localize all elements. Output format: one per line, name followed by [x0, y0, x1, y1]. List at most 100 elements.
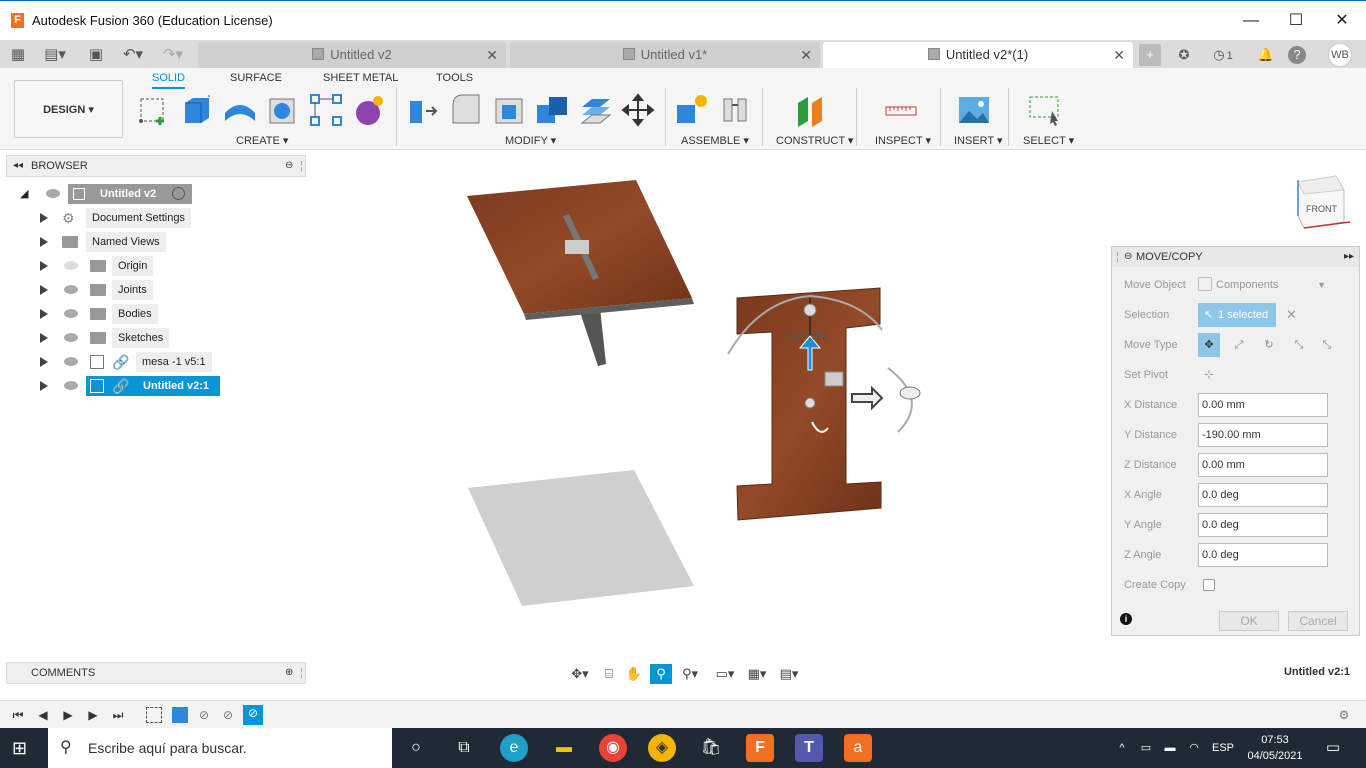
browser-item-named-views[interactable]: Named Views: [40, 232, 210, 252]
point-to-point-icon[interactable]: ⤡: [1288, 333, 1310, 357]
clock[interactable]: 07:53 04/05/2021: [1240, 728, 1310, 768]
close-tab-icon[interactable]: ✕: [1113, 42, 1125, 68]
viewcube[interactable]: FRONT: [1297, 175, 1351, 229]
visibility-eye-icon[interactable]: [64, 261, 78, 270]
create-sketch-icon[interactable]: [138, 93, 172, 127]
activate-radio-icon[interactable]: [172, 187, 185, 200]
viewports-icon[interactable]: ▤▾: [775, 664, 803, 684]
file-menu-icon[interactable]: ▤▾: [40, 44, 70, 66]
minimize-button[interactable]: —: [1228, 7, 1274, 35]
edge-icon[interactable]: e: [500, 734, 528, 762]
y-angle-input[interactable]: 0.0 deg: [1198, 513, 1328, 537]
pan-icon[interactable]: ✋: [623, 664, 645, 684]
info-icon[interactable]: i: [1120, 613, 1132, 625]
notifications-center-icon[interactable]: ▭: [1322, 728, 1344, 768]
expand-icon[interactable]: ◢: [20, 184, 28, 204]
point-to-position-icon[interactable]: ⤡: [1316, 333, 1338, 357]
minimize-panel-icon[interactable]: ⊖: [285, 156, 293, 176]
tab-untitled-v2[interactable]: Untitled v2 ✕: [198, 42, 506, 68]
timeline-move-icon[interactable]: ⊘: [243, 705, 263, 725]
timeline-joint-icon[interactable]: ⊘: [220, 707, 236, 723]
tab-tools[interactable]: TOOLS: [436, 72, 473, 84]
browser-root[interactable]: ◢ Untitled v2: [20, 184, 200, 204]
z-distance-input[interactable]: 0.00 mm: [1198, 453, 1328, 477]
move-copy-icon[interactable]: [621, 93, 655, 127]
chrome-icon[interactable]: ◉: [599, 734, 627, 762]
new-component-icon[interactable]: [675, 93, 709, 127]
dialog-minimize-icon[interactable]: ⊖: [1124, 247, 1132, 267]
browser-item-joints[interactable]: Joints: [40, 280, 210, 300]
table-top-body[interactable]: [467, 180, 694, 320]
display-settings-icon[interactable]: ▭▾: [711, 664, 739, 684]
task-view-icon[interactable]: ⧉: [450, 734, 478, 762]
tab-sheet-metal[interactable]: SHEET METAL: [323, 72, 398, 84]
play-icon[interactable]: ▶: [60, 707, 76, 723]
construct-menu[interactable]: CONSTRUCT ▾: [776, 134, 853, 147]
browser-panel-header[interactable]: ◂◂ BROWSER ⊖ ¦: [6, 155, 306, 177]
expand-arrow-icon[interactable]: [40, 333, 48, 343]
browser-item-origin[interactable]: Origin: [40, 256, 210, 276]
modify-menu[interactable]: MODIFY ▾: [505, 134, 556, 147]
expand-arrow-icon[interactable]: [40, 285, 48, 295]
x-distance-input[interactable]: 0.00 mm: [1198, 393, 1328, 417]
pattern-icon[interactable]: [309, 93, 343, 127]
x-angle-input[interactable]: 0.0 deg: [1198, 483, 1328, 507]
store-icon[interactable]: 🛍: [697, 734, 725, 762]
app-grid-icon[interactable]: ▦: [8, 44, 28, 66]
hole-icon[interactable]: [266, 93, 300, 127]
visibility-eye-icon[interactable]: [64, 333, 78, 342]
clear-selection-icon[interactable]: ✕: [1286, 307, 1297, 323]
battery-icon[interactable]: ▬: [1160, 728, 1180, 768]
fusion-taskbar-icon[interactable]: F: [746, 734, 774, 762]
shell-icon[interactable]: [492, 93, 526, 127]
panel-grip-icon[interactable]: ¦: [300, 156, 303, 176]
create-copy-checkbox[interactable]: [1203, 579, 1215, 591]
revolve-icon[interactable]: [223, 93, 257, 127]
inspect-menu[interactable]: INSPECT ▾: [875, 134, 931, 147]
dialog-grip-icon[interactable]: ¦: [1116, 247, 1119, 267]
selection-button[interactable]: ↖ 1 selected: [1198, 303, 1276, 327]
translate-icon[interactable]: ⤢: [1228, 333, 1250, 357]
free-move-icon[interactable]: ✥: [1198, 333, 1220, 357]
maximize-button[interactable]: ☐: [1273, 7, 1319, 35]
extensions-icon[interactable]: ✪: [1173, 44, 1195, 66]
joint-icon[interactable]: [718, 93, 752, 127]
look-at-icon[interactable]: ⌸: [598, 664, 620, 684]
add-comment-icon[interactable]: ⊕: [285, 663, 293, 683]
select-menu[interactable]: SELECT ▾: [1023, 134, 1074, 147]
timeline-sketch-icon[interactable]: [146, 707, 162, 723]
expand-dialog-icon[interactable]: ▸▸: [1344, 247, 1354, 267]
redo-icon[interactable]: ↷▾: [158, 44, 188, 66]
visibility-eye-icon[interactable]: [64, 381, 78, 390]
press-pull-icon[interactable]: [406, 93, 440, 127]
show-hidden-icons[interactable]: ^: [1112, 728, 1132, 768]
job-status-button[interactable]: ◷ 1: [1208, 44, 1238, 66]
file-explorer-icon[interactable]: ▬: [550, 734, 578, 762]
tab-surface[interactable]: SURFACE: [230, 72, 282, 84]
vpn-icon[interactable]: ◈: [648, 734, 676, 762]
browser-item-bodies[interactable]: Bodies: [40, 304, 210, 324]
grid-settings-icon[interactable]: ▦▾: [743, 664, 771, 684]
panel-grip-icon[interactable]: ¦: [300, 663, 303, 683]
timeline-settings-icon[interactable]: ⚙: [1336, 707, 1352, 723]
expand-arrow-icon[interactable]: [40, 309, 48, 319]
go-to-end-icon[interactable]: ⏭: [110, 707, 126, 723]
fit-icon[interactable]: ⚲▾: [675, 664, 705, 684]
create-menu[interactable]: CREATE ▾: [236, 134, 288, 147]
z-angle-input[interactable]: 0.0 deg: [1198, 543, 1328, 567]
save-icon[interactable]: ▣: [86, 44, 106, 66]
tab-untitled-v2-1[interactable]: Untitled v2*(1) ✕: [823, 42, 1133, 68]
timeline-extrude-icon[interactable]: [172, 707, 188, 723]
browser-item-sketches[interactable]: Sketches: [40, 328, 210, 348]
browser-item-untitled-v2-1[interactable]: 🔗 Untitled v2:1: [40, 376, 230, 396]
cortana-icon[interactable]: ○: [402, 734, 430, 762]
expand-arrow-icon[interactable]: [40, 213, 48, 223]
expand-arrow-icon[interactable]: [40, 237, 48, 247]
undo-icon[interactable]: ↶▾: [118, 44, 148, 66]
step-forward-icon[interactable]: ▶: [85, 707, 101, 723]
visibility-eye-icon[interactable]: [46, 189, 60, 198]
visibility-eye-icon[interactable]: [64, 309, 78, 318]
y-distance-input[interactable]: -190.00 mm: [1198, 423, 1328, 447]
step-back-icon[interactable]: ◀: [35, 707, 51, 723]
expand-arrow-icon[interactable]: [40, 261, 48, 271]
